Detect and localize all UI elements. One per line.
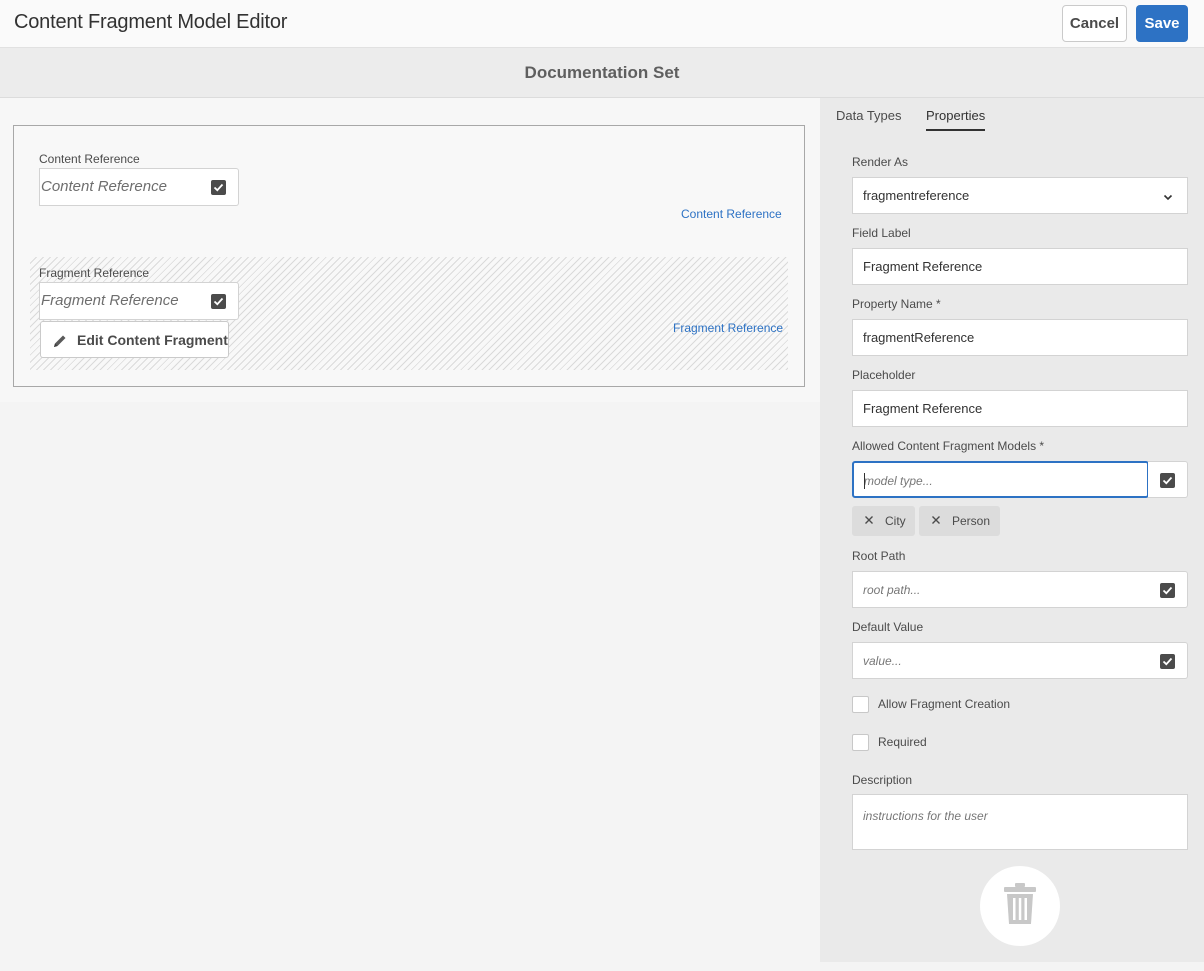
model-title: Documentation Set (524, 63, 680, 82)
tag-label: City (885, 514, 906, 528)
content-reference-label: Content Reference (39, 152, 140, 166)
default-value-label: Default Value (852, 620, 924, 634)
tag-city[interactable]: City (852, 506, 915, 536)
default-value-picker-button[interactable] (1148, 642, 1188, 679)
description-textarea[interactable]: instructions for the user (852, 794, 1188, 850)
root-path-input[interactable]: root path... (852, 571, 1149, 608)
property-name-value: fragmentReference (863, 330, 975, 345)
render-as-select[interactable]: fragmentreference (852, 177, 1188, 214)
fragment-reference-placeholder: Fragment Reference (41, 292, 179, 309)
checkbox-icon (211, 180, 226, 195)
edit-content-fragment-label: Edit Content Fragment (77, 332, 228, 348)
allowed-models-placeholder: model type... (864, 474, 933, 488)
fragment-reference-picker-button[interactable] (199, 282, 239, 320)
tab-properties[interactable]: Properties (926, 108, 986, 131)
close-icon[interactable] (931, 514, 941, 528)
field-label-input[interactable]: Fragment Reference (852, 248, 1188, 285)
top-bar: Content Fragment Model Editor Cancel Sav… (0, 0, 1204, 48)
checkbox-icon (1160, 473, 1175, 488)
content-reference-placeholder: Content Reference (41, 178, 167, 195)
allow-fragment-creation-label: Allow Fragment Creation (878, 697, 1011, 711)
allow-fragment-creation-checkbox[interactable] (852, 696, 869, 713)
fragment-reference-label: Fragment Reference (39, 266, 150, 280)
placeholder-value: Fragment Reference (863, 401, 983, 416)
app-title: Content Fragment Model Editor (14, 11, 288, 33)
properties-panel: Data Types Properties Render As fragment… (820, 98, 1204, 962)
field-label-label: Field Label (852, 226, 911, 240)
checkbox-icon (211, 294, 226, 309)
close-icon[interactable] (864, 514, 874, 528)
allowed-models-picker-button[interactable] (1148, 461, 1188, 498)
description-placeholder: instructions for the user (863, 809, 988, 823)
text-caret (864, 473, 865, 489)
default-value-placeholder: value... (863, 654, 902, 668)
root-path-picker-button[interactable] (1148, 571, 1188, 608)
required-checkbox[interactable] (852, 734, 869, 751)
content-reference-picker-button[interactable] (199, 168, 239, 206)
render-as-label: Render As (852, 155, 909, 169)
pencil-icon (52, 333, 68, 354)
render-as-value: fragmentreference (863, 188, 970, 203)
chevron-down-icon (1163, 190, 1173, 205)
content-reference-input[interactable]: Content Reference (39, 168, 200, 206)
allowed-models-input[interactable]: model type... (852, 461, 1149, 498)
placeholder-label: Placeholder (852, 368, 916, 382)
content-reference-link[interactable]: Content Reference (681, 207, 782, 221)
root-path-label: Root Path (852, 549, 906, 563)
property-name-label: Property Name * (852, 297, 941, 311)
fragment-reference-link[interactable]: Fragment Reference (673, 321, 783, 335)
delete-field-button[interactable] (980, 866, 1060, 946)
root-path-placeholder: root path... (863, 583, 921, 597)
description-label: Description (852, 773, 913, 787)
cancel-button[interactable]: Cancel (1062, 5, 1127, 42)
fragment-reference-input[interactable]: Fragment Reference (39, 282, 200, 320)
tag-person[interactable]: Person (919, 506, 1000, 536)
field-label-value: Fragment Reference (863, 259, 983, 274)
checkbox-icon (1160, 654, 1175, 669)
edit-content-fragment-button[interactable]: Edit Content Fragment (40, 321, 229, 358)
default-value-input[interactable]: value... (852, 642, 1149, 679)
placeholder-input[interactable]: Fragment Reference (852, 390, 1188, 427)
model-canvas: Content Reference Content Reference Cont… (0, 98, 820, 402)
model-form-preview: Content Reference Content Reference Cont… (13, 125, 805, 387)
allowed-models-label: Allowed Content Fragment Models * (852, 439, 1045, 453)
save-button[interactable]: Save (1136, 5, 1188, 42)
required-label: Required (878, 735, 927, 749)
tag-label: Person (952, 514, 991, 528)
model-title-bar: Documentation Set (0, 48, 1204, 98)
tab-data-types[interactable]: Data Types (836, 108, 902, 123)
property-name-input[interactable]: fragmentReference (852, 319, 1188, 356)
checkbox-icon (1160, 583, 1175, 598)
